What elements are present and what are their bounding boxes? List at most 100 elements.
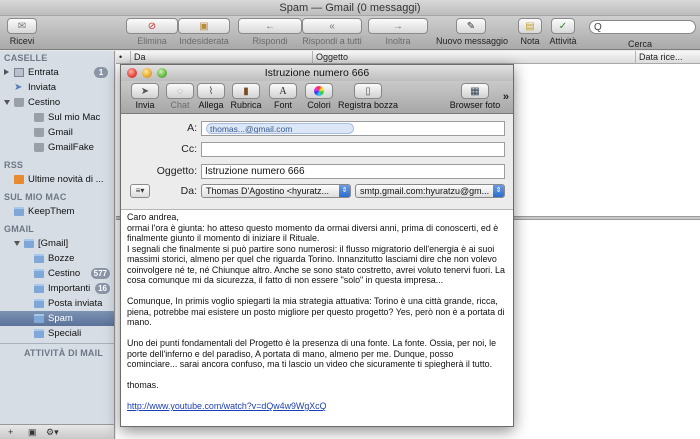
reply-all-arrow-icon: «	[302, 18, 362, 34]
sidebar-item-inbox[interactable]: Entrata 1	[0, 65, 114, 80]
photo-browser-button[interactable]: ▦ Browser foto	[447, 83, 503, 110]
count-badge: 16	[95, 283, 110, 294]
smtp-server-select[interactable]: smtp.gmail.com:hyuratzu@gm... ⇕	[355, 184, 505, 198]
note-button[interactable]: ▤ Nota	[516, 18, 544, 46]
column-from[interactable]: Da	[134, 51, 146, 63]
column-separator	[130, 51, 131, 64]
send-button[interactable]: ➤ Invia	[129, 83, 161, 110]
column-separator	[635, 51, 636, 64]
cc-field[interactable]	[201, 142, 505, 157]
subject-field[interactable]: Istruzione numero 666	[201, 164, 505, 179]
draft-document-icon: ▯	[354, 83, 382, 99]
column-bullet[interactable]: •	[119, 51, 122, 63]
junk-button[interactable]: ▣ Indesiderata	[176, 18, 232, 46]
action-gear-button[interactable]: ⚙▾	[46, 427, 59, 438]
forward-button[interactable]: → Inoltra	[366, 18, 430, 46]
body-paragraph-1: Caro andrea, ormai l'ora è giunta: ho at…	[127, 212, 505, 285]
section-gmail: GMAIL	[4, 224, 34, 234]
to-row: A: thomas...@gmail.com	[121, 120, 513, 138]
sidebar-item-keepthem[interactable]: KeepThem	[0, 204, 114, 219]
paperclip-icon: ⌇	[197, 83, 225, 99]
to-field[interactable]: thomas...@gmail.com	[201, 121, 505, 136]
zoom-window-button[interactable]	[157, 68, 167, 78]
body-paragraph-3: Uno dei punti fondamentali del Progetto …	[127, 338, 497, 369]
main-window-title: Spam — Gmail (0 messaggi)	[0, 0, 700, 16]
sidebar-item-cestino[interactable]: Cestino 577	[0, 266, 114, 281]
section-rss: RSS	[4, 160, 24, 170]
address-book-button[interactable]: ▮ Rubrica	[229, 83, 263, 110]
section-on-my-mac: SUL MIO MAC	[4, 192, 67, 202]
magnifier-icon: Q	[594, 22, 602, 33]
delete-button[interactable]: ⊘ Elimina	[124, 18, 180, 46]
sidebar-item-gmail-root[interactable]: [Gmail]	[0, 236, 114, 251]
sent-paperplane-icon: ➤	[14, 82, 23, 93]
chat-button[interactable]: ◌ Chat	[165, 83, 195, 110]
subject-label: Oggetto:	[156, 165, 197, 177]
folder-icon	[34, 299, 44, 308]
sidebar-item-importanti[interactable]: Importanti 16	[0, 281, 114, 296]
fonts-button[interactable]: A Font	[267, 83, 299, 110]
activity-button[interactable]: ✓ Attività	[546, 18, 580, 46]
header-options-menu-button[interactable]: ≡▾	[130, 184, 150, 198]
note-icon: ▤	[518, 18, 542, 34]
mail-receive-icon: ✉	[7, 18, 37, 34]
font-letter-icon: A	[269, 83, 297, 99]
sidebar-item-rss-feed[interactable]: Ultime novità di ...	[0, 172, 114, 187]
youtube-link[interactable]: http://www.youtube.com/watch?v=dQw4w9WgX…	[127, 401, 327, 411]
sidebar-item-speciali[interactable]: Speciali	[0, 326, 114, 341]
compose-window: Istruzione numero 666 ➤ Invia ◌ Chat ⌇ A…	[120, 64, 514, 427]
folder-icon	[34, 329, 44, 338]
disclosure-triangle-icon[interactable]	[4, 69, 9, 75]
forward-arrow-icon: →	[368, 18, 428, 34]
close-window-button[interactable]	[127, 68, 137, 78]
trash-icon	[34, 128, 44, 137]
show-photo-browser-button[interactable]: ▣	[28, 427, 37, 438]
delete-icon: ⊘	[126, 18, 178, 34]
add-mailbox-button[interactable]: +	[8, 427, 13, 437]
recipient-token[interactable]: thomas...@gmail.com	[206, 123, 354, 134]
reply-button[interactable]: ← Rispondi	[236, 18, 304, 46]
checkmark-icon: ✓	[551, 18, 575, 34]
column-separator	[312, 51, 313, 64]
sidebar-item-posta-inviata[interactable]: Posta inviata	[0, 296, 114, 311]
popup-arrows-icon: ⇕	[339, 185, 350, 197]
toolbar-overflow-chevron-icon[interactable]: »	[503, 91, 509, 103]
trash-icon	[34, 113, 44, 122]
sidebar-item-trash-on-mac[interactable]: Sul mio Mac	[0, 110, 114, 125]
chat-bubble-icon: ◌	[166, 83, 194, 99]
sidebar-item-sent[interactable]: ➤ Inviata	[0, 80, 114, 95]
rss-icon	[14, 175, 24, 184]
column-subject[interactable]: Oggetto	[316, 51, 348, 63]
photo-browser-icon: ▦	[461, 83, 489, 99]
cc-label: Cc:	[181, 143, 197, 155]
message-body-editor[interactable]: Caro andrea, ormai l'ora è giunta: ho at…	[121, 209, 513, 426]
disclosure-triangle-icon[interactable]	[4, 100, 10, 105]
sidebar-item-trash[interactable]: Cestino	[0, 95, 114, 110]
colors-button[interactable]: Colori	[303, 83, 335, 110]
search-label: Cerca	[627, 39, 652, 49]
popup-arrows-icon: ⇕	[493, 185, 504, 197]
receive-button[interactable]: ✉ Ricevi	[4, 18, 40, 46]
compose-toolbar: ➤ Invia ◌ Chat ⌇ Allega ▮ Rubrica A Font…	[121, 81, 513, 114]
sidebar-item-trash-gmail[interactable]: Gmail	[0, 125, 114, 140]
sidebar-item-bozze[interactable]: Bozze	[0, 251, 114, 266]
search-input[interactable]: Q	[589, 20, 696, 34]
from-label: Da:	[180, 185, 197, 197]
compose-pencil-icon: ✎	[456, 18, 486, 34]
attach-button[interactable]: ⌇ Allega	[195, 83, 227, 110]
minimize-window-button[interactable]	[142, 68, 152, 78]
sidebar-item-trash-gmailfake[interactable]: GmailFake	[0, 140, 114, 155]
folder-icon	[34, 254, 44, 263]
column-date-received[interactable]: Data rice...	[639, 51, 683, 63]
inbox-tray-icon	[14, 68, 24, 77]
reply-arrow-icon: ←	[238, 18, 302, 34]
from-account-select[interactable]: Thomas D'Agostino <hyuratz... ⇕	[201, 184, 351, 198]
disclosure-triangle-icon[interactable]	[14, 241, 20, 246]
sidebar-item-spam[interactable]: Spam	[0, 311, 114, 326]
sidebar: CASELLE Entrata 1 ➤ Inviata Cestino Sul …	[0, 51, 115, 424]
new-message-button[interactable]: ✎ Nuovo messaggio	[436, 18, 508, 46]
body-paragraph-2: Comunque, In primis voglio spiegarti la …	[127, 296, 505, 327]
save-draft-button[interactable]: ▯ Registra bozza	[337, 83, 399, 110]
subject-row: Oggetto: Istruzione numero 666	[121, 163, 513, 181]
reply-all-button[interactable]: « Rispondi a tutti	[300, 18, 364, 46]
